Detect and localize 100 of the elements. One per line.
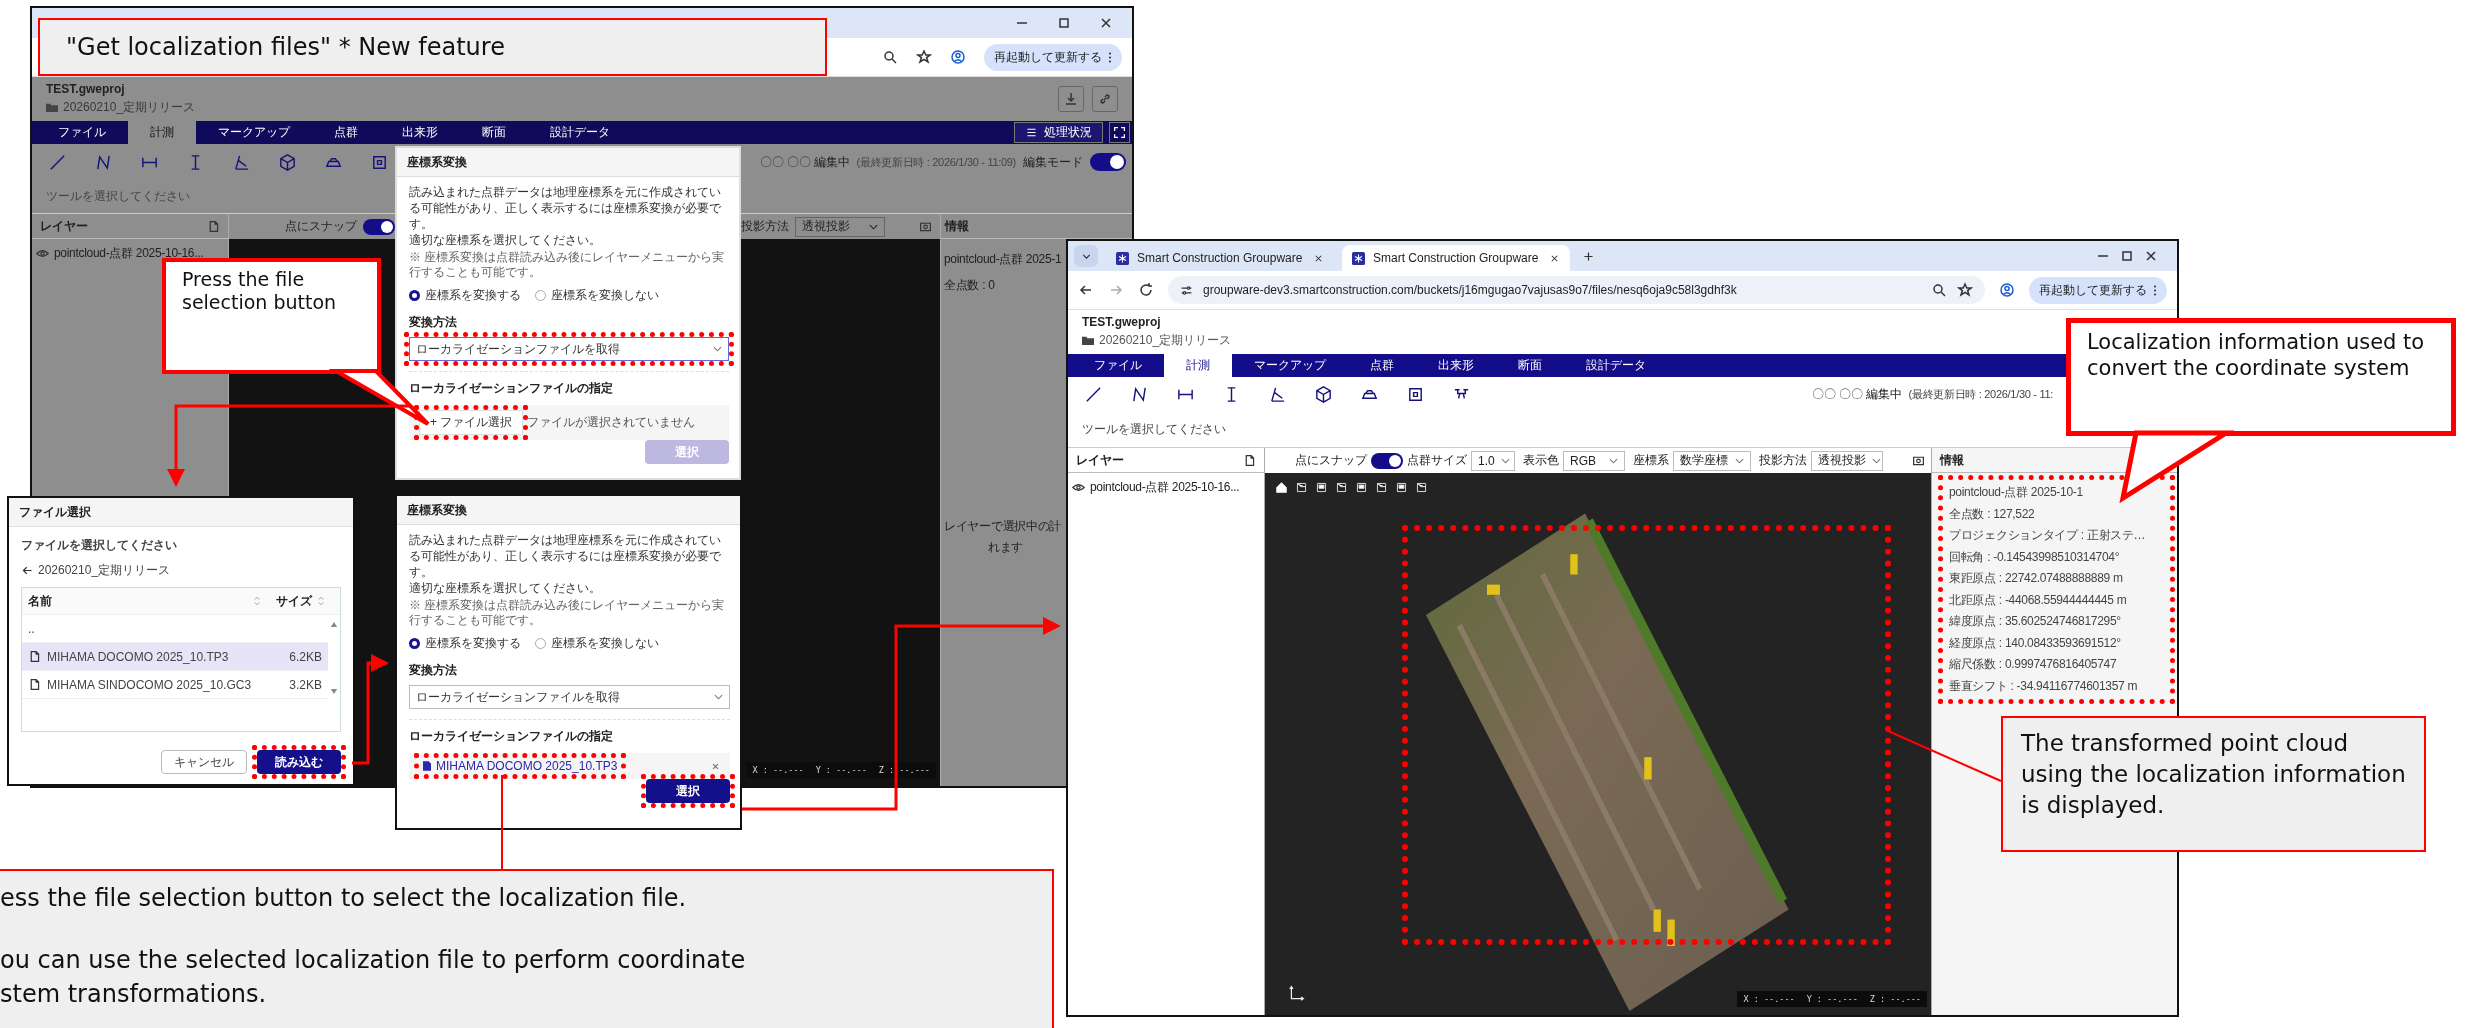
scroll-up-icon[interactable] [330, 621, 338, 628]
menu-tab[interactable]: 出来形 [1416, 354, 1496, 377]
callout-text: ess the file selection button to select the localization file. [0, 883, 688, 914]
view-icon[interactable] [1295, 481, 1308, 494]
method-select[interactable]: ローカライゼーションファイルを取得 [409, 337, 729, 361]
folder-name[interactable]: 20260210_定期リリース [1099, 332, 1232, 349]
info-line: 緯度原点 : 35.602524746817295° [1949, 613, 2122, 630]
menu-tab[interactable]: 点群 [1348, 354, 1416, 377]
view-icon[interactable] [1395, 481, 1408, 494]
download-button[interactable] [1058, 86, 1084, 112]
panel-title: 情報 [1940, 451, 1964, 469]
chevron-icon [1872, 457, 1881, 464]
dropdown[interactable]: 1.0 [1471, 450, 1515, 471]
view-icon[interactable] [1415, 481, 1428, 494]
star-icon[interactable] [916, 49, 932, 65]
menu-tab[interactable]: 設計データ [528, 121, 632, 144]
menu-tab[interactable]: 計測 [128, 121, 196, 144]
site-settings-icon[interactable] [1180, 283, 1193, 297]
reload-icon[interactable] [1138, 282, 1154, 298]
update-button[interactable]: 再起動して更新する [984, 43, 1122, 71]
profile-icon[interactable] [1999, 282, 2015, 298]
link-button[interactable] [1092, 86, 1118, 112]
coordinate-readout: Z : --.--- [1869, 994, 1921, 1004]
radio-option[interactable]: 座標系を変換する [409, 635, 521, 652]
cancel-button[interactable]: キャンセル [161, 750, 247, 774]
fullscreen-icon [1113, 126, 1126, 139]
info-line: pointcloud-点群 2025-10-1 [1949, 484, 2084, 501]
project-name: TEST.gweproj [46, 82, 126, 96]
new-file-icon[interactable] [1243, 453, 1256, 467]
tool-hint: ツールを選択してください [1082, 421, 1226, 438]
view-icon[interactable] [1335, 481, 1348, 494]
scroll-down-icon[interactable] [330, 688, 338, 695]
file-select-button[interactable]: + ファイル選択 [419, 410, 524, 435]
layer-item[interactable]: pointcloud-点群 2025-10-16... [32, 239, 228, 268]
radio-option[interactable]: 座標系を変換しない [535, 287, 659, 304]
search-icon[interactable] [1931, 282, 1947, 298]
column-header[interactable]: サイズ [276, 592, 312, 610]
home-icon[interactable] [1275, 481, 1288, 494]
method-select[interactable]: ローカライゼーションファイルを取得 [409, 685, 730, 709]
cube-icon[interactable] [1314, 385, 1333, 404]
angle-icon[interactable] [1268, 385, 1287, 404]
radio-option[interactable]: 座標系を変換する [409, 287, 521, 304]
menu-tab[interactable]: ファイル [36, 121, 128, 144]
radio-option[interactable]: 座標系を変換しない [535, 635, 659, 652]
callout-text: Press the file selection button [182, 268, 337, 313]
menu-tab[interactable]: 点群 [312, 121, 380, 144]
panel-title: レイヤー [1076, 451, 1124, 469]
file-row[interactable]: MIHAMA SINDOCOMO 2025_10.GC3 3.2KB [22, 671, 328, 699]
viewport[interactable]: X : --.--- Y : --.--- Z : --.--- [1265, 473, 1931, 1015]
maximize-icon[interactable] [1056, 15, 1072, 31]
select-label: 点群サイズ [1407, 452, 1467, 469]
folder-name[interactable]: 20260210_定期リリース [63, 99, 196, 116]
status-button[interactable]: 処理状況 [1014, 122, 1103, 143]
maximize-icon[interactable] [2119, 248, 2135, 264]
select-button[interactable]: 選択 [646, 779, 730, 803]
view-icon[interactable] [1315, 481, 1328, 494]
star-icon[interactable] [1957, 282, 1973, 298]
back-link[interactable]: 20260210_定期リリース [21, 562, 341, 579]
screenshot-icon[interactable] [1912, 454, 1925, 467]
axis-icon [1289, 985, 1305, 1001]
menu-tab[interactable]: ファイル [1072, 354, 1164, 377]
edit-mode-toggle[interactable] [1090, 153, 1126, 171]
menu-tab[interactable]: 断面 [460, 121, 528, 144]
view-icon[interactable] [1375, 481, 1388, 494]
load-button[interactable]: 読み込む [257, 750, 341, 774]
browser-tab[interactable]: Smart Construction Groupware [1106, 245, 1334, 271]
file-row[interactable]: MIHAMA DOCOMO 2025_10.TP3 6.2KB [22, 643, 328, 671]
file-status: ファイルが選択されていません [527, 414, 696, 431]
view-icon[interactable] [1355, 481, 1368, 494]
menu-tab[interactable]: 断面 [1496, 354, 1564, 377]
menu-tab[interactable]: 設計データ [1564, 354, 1668, 377]
layer-item[interactable]: pointcloud-点群 2025-10-16... [1068, 473, 1264, 502]
menu-tab[interactable]: マークアップ [1232, 354, 1348, 377]
dropdown[interactable]: 透視投影 [1811, 450, 1883, 471]
info-line: 全点数 : 0 [944, 277, 995, 294]
frame-icon[interactable] [1406, 385, 1425, 404]
update-button[interactable]: 再起動して更新する [2029, 276, 2167, 304]
new-tab-icon[interactable] [1582, 249, 1595, 263]
coordinate-readout: Y : --.--- [815, 765, 867, 775]
tab-list-button[interactable] [1074, 245, 1098, 267]
dropdown[interactable]: 数学座標 [1673, 450, 1751, 471]
snap-toggle[interactable] [363, 218, 395, 235]
snap-toggle[interactable] [1371, 452, 1403, 469]
line-tool-icon[interactable] [1084, 385, 1103, 404]
dialog-title: ファイル選択 [19, 503, 91, 521]
address-bar[interactable]: groupware-dev3.smartconstruction.com/buckets/j16mgugao7vajusas9o7/files/nesq6oja9c58l3gdhf3k [1168, 276, 1985, 304]
fullscreen-button[interactable] [1109, 122, 1130, 143]
browser-tab[interactable]: Smart Construction Groupware [1342, 245, 1570, 271]
column-header[interactable]: 名前 [28, 592, 248, 610]
menu-tab[interactable]: 計測 [1164, 354, 1232, 377]
search-icon[interactable] [882, 49, 898, 65]
dropdown[interactable]: RGB [1563, 450, 1625, 471]
menu-tab[interactable]: マークアップ [196, 121, 312, 144]
menu-tab[interactable]: 出来形 [380, 121, 460, 144]
polyline-tool-icon[interactable] [1130, 385, 1149, 404]
callout-text: The transformed point cloud using the localization information is displayed. [2021, 730, 2406, 818]
projection-select[interactable]: 透視投影 [795, 216, 885, 237]
profile-icon[interactable] [950, 49, 966, 65]
file-size: 3.2KB [289, 677, 322, 692]
link-icon [1097, 91, 1113, 107]
